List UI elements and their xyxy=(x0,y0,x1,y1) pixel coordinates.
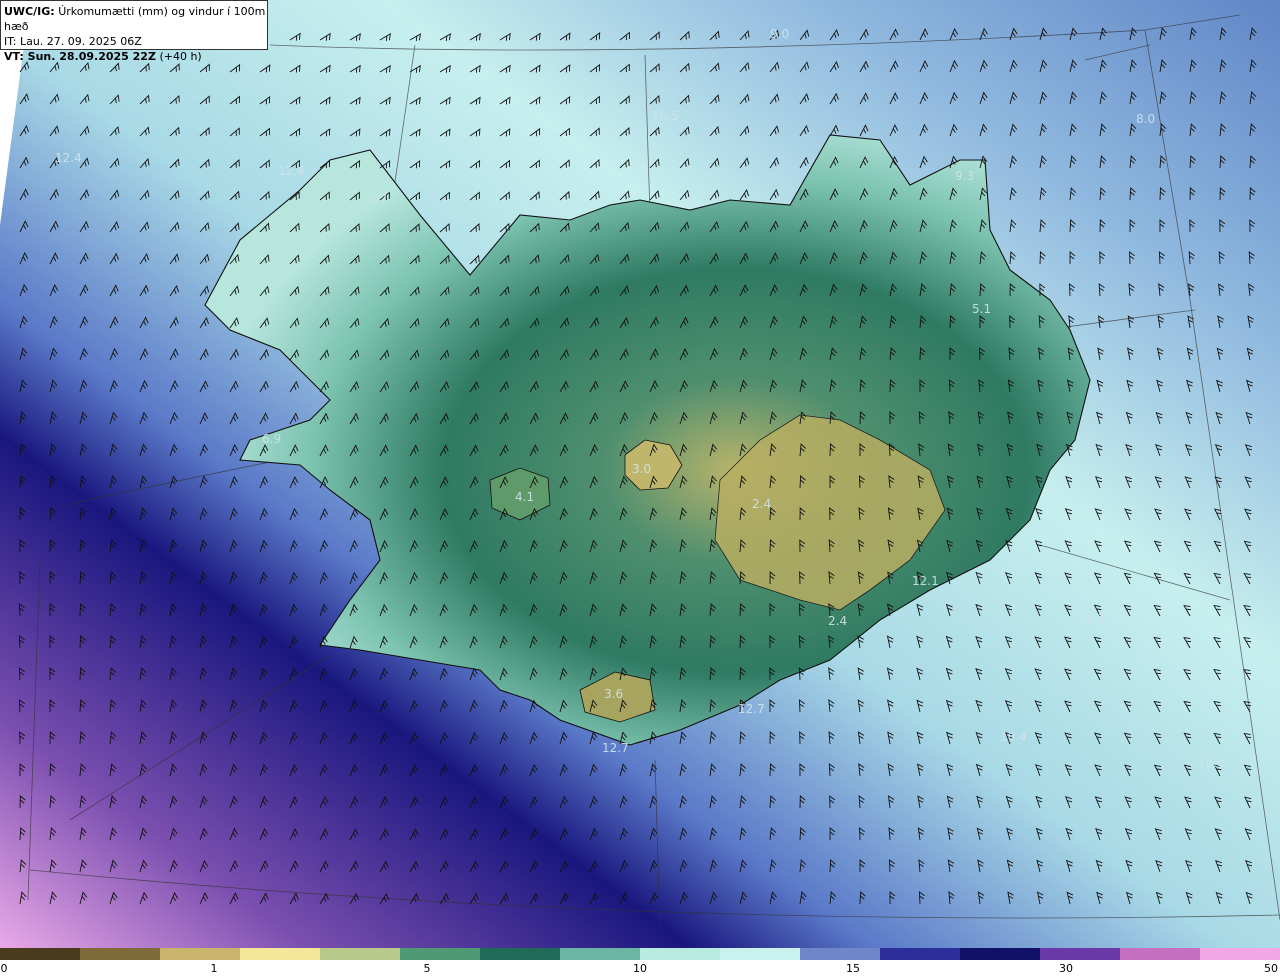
value-label: 5.1 xyxy=(972,302,991,316)
colorbar-segment xyxy=(240,948,321,960)
colorbar xyxy=(0,948,1280,960)
value-label: 2.4 xyxy=(828,614,847,628)
header-box: UWC/IG: Úrkomumætti (mm) og vindur í 100… xyxy=(0,0,268,63)
value-label: 10.0 xyxy=(1198,756,1225,770)
colorbar-tick: 1 xyxy=(210,962,218,975)
value-label: 3.0 xyxy=(632,462,651,476)
colorbar-segment xyxy=(480,948,561,960)
colorbar-segment xyxy=(640,948,721,960)
colorbar-segment xyxy=(720,948,801,960)
colorbar-tick: 0 xyxy=(0,962,8,975)
colorbar-tick: 5 xyxy=(423,962,431,975)
value-label: 12.4 xyxy=(55,151,82,165)
title-line: UWC/IG: Úrkomumætti (mm) og vindur í 100… xyxy=(4,4,267,34)
forecast-offset: (+40 h) xyxy=(159,50,202,63)
value-label: 8.0 xyxy=(1136,112,1155,126)
colorbar-segment xyxy=(80,948,161,960)
value-label: 9.0 xyxy=(770,27,789,41)
value-label: 12.1 xyxy=(912,574,939,588)
colorbar-segment xyxy=(1040,948,1121,960)
valid-time: VT: Sun. 28.09.2025 22Z xyxy=(4,50,156,63)
value-label: 10.5 xyxy=(652,109,679,123)
model-label: UWC/IG: xyxy=(4,5,55,18)
value-label: 12.7 xyxy=(738,702,765,716)
value-label: 12.7 xyxy=(602,741,629,755)
value-label: 6.2 xyxy=(368,191,387,205)
colorbar-segment xyxy=(960,948,1041,960)
value-label: 9.3 xyxy=(955,169,974,183)
colorbar-segment xyxy=(560,948,641,960)
init-time: IT: Lau. 27. 09. 2025 06Z xyxy=(4,35,142,48)
valid-time-line: VT: Sun. 28.09.2025 22Z (+40 h) xyxy=(4,49,267,64)
colorbar-segment xyxy=(1200,948,1280,960)
colorbar-segment xyxy=(0,948,81,960)
colorbar-segment xyxy=(880,948,961,960)
colorbar-tick: 50 xyxy=(1264,962,1278,975)
colorbar-segment xyxy=(160,948,241,960)
value-label: 10.4 xyxy=(1000,730,1027,744)
precipitation-wind-map: 12.4 12.4 6.2 9.0 10.5 8.0 9.3 5.1 6.9 3… xyxy=(0,0,1280,948)
value-label: 3.6 xyxy=(604,687,623,701)
colorbar-segment xyxy=(400,948,481,960)
value-label: 4.1 xyxy=(515,490,534,504)
value-label: 6.9 xyxy=(262,432,281,446)
colorbar-segment xyxy=(320,948,401,960)
value-label: 11.8 xyxy=(1077,612,1104,626)
colorbar-ticks: 0 1 5 10 15 30 50 xyxy=(0,962,1280,978)
colorbar-segment xyxy=(1120,948,1201,960)
value-label: 2.4 xyxy=(752,497,771,511)
colorbar-segment xyxy=(800,948,881,960)
value-label: 12.4 xyxy=(278,164,305,178)
colorbar-tick: 30 xyxy=(1059,962,1073,975)
colorbar-tick: 15 xyxy=(846,962,860,975)
colorbar-tick: 10 xyxy=(633,962,647,975)
